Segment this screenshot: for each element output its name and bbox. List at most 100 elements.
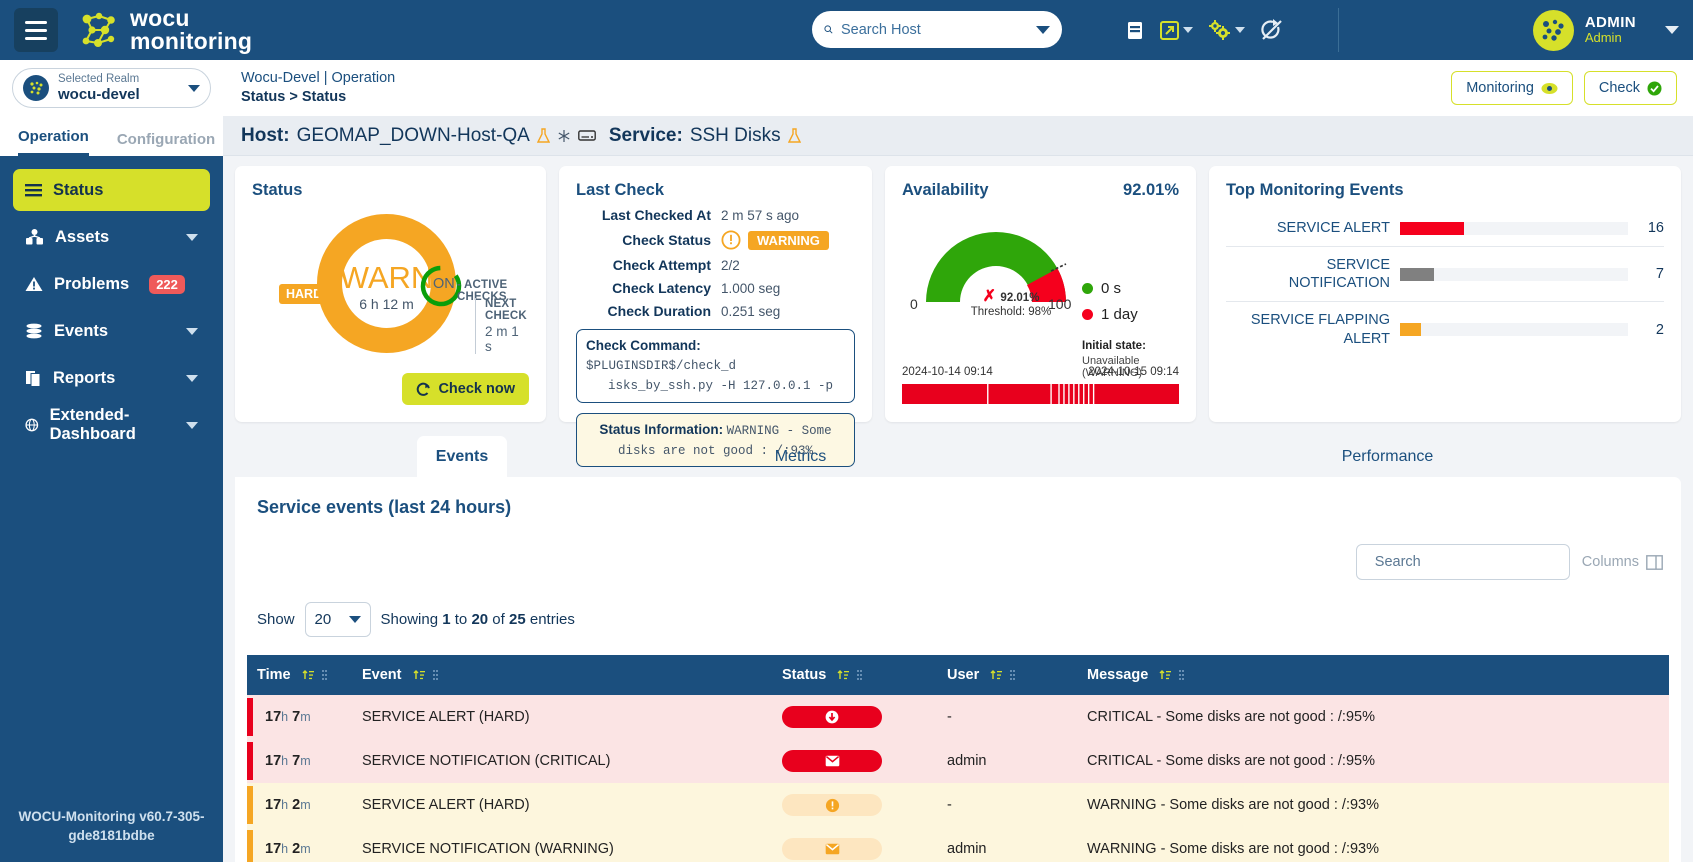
chevron-down-icon[interactable] — [186, 421, 198, 429]
sidebar-item-assets[interactable]: Assets — [13, 216, 210, 258]
table-row[interactable]: 17h 7m SERVICE NOTIFICATION (CRITICAL) a… — [247, 739, 1669, 783]
list-icon — [25, 183, 42, 196]
last-check-card: Last Check Last Checked At 2 m 57 s ago … — [559, 166, 872, 468]
chevron-down-icon[interactable] — [188, 84, 200, 92]
realm-selector[interactable]: Selected Realm wocu-devel — [12, 68, 211, 108]
sort-controls[interactable] — [413, 669, 439, 681]
sort-icon[interactable] — [837, 669, 850, 681]
chevron-down-icon[interactable] — [186, 374, 198, 382]
cell-event: SERVICE ALERT (HARD) — [352, 695, 772, 739]
chevron-down-icon[interactable] — [348, 616, 361, 623]
table-search-box[interactable] — [1355, 544, 1570, 580]
drag-handle-icon[interactable] — [432, 669, 439, 681]
column-header-message[interactable]: Message — [1077, 655, 1669, 695]
columns-button[interactable]: Columns — [1582, 554, 1663, 570]
app-logo[interactable]: wocu monitoring — [80, 6, 252, 54]
eye-icon — [1541, 82, 1558, 94]
cell-time: 17h 7m — [247, 739, 352, 783]
chevron-down-icon[interactable] — [186, 327, 198, 335]
top-bar: wocu monitoring Search Host ADMIN Admin — [0, 0, 1693, 60]
cell-event: SERVICE ALERT (HARD) — [352, 783, 772, 827]
down-arrow-icon — [825, 710, 839, 724]
search-input[interactable] — [841, 21, 1028, 38]
chevron-down-icon[interactable] — [1665, 26, 1679, 34]
monitoring-button[interactable]: Monitoring — [1451, 71, 1573, 105]
page-size-select[interactable]: 20 — [304, 602, 371, 637]
sort-controls[interactable] — [302, 669, 328, 681]
legend-item: 0 s — [1082, 280, 1138, 297]
row-key: Check Latency — [612, 280, 711, 296]
check-now-button[interactable]: Check now — [402, 373, 529, 405]
drag-handle-icon[interactable] — [321, 669, 328, 681]
cell-time: 17h 7m — [247, 695, 352, 739]
events-panel: Service events (last 24 hours) Columns — [235, 477, 1681, 862]
table-row[interactable]: 17h 7m SERVICE ALERT (HARD) - CRITICAL -… — [247, 695, 1669, 739]
showing-entries: Showing 1 to 20 of 25 entries — [381, 611, 575, 628]
sidebar-item-reports[interactable]: Reports — [13, 357, 210, 399]
check-command-line-2: isks_by_ssh.py -H 127.0.0.1 -p — [608, 379, 834, 393]
row-key: Check Status — [622, 232, 711, 248]
tab-performance[interactable]: Performance — [1094, 436, 1681, 477]
check-command-box: Check Command: $PLUGINSDIR$/check_d isks… — [576, 329, 855, 403]
chevron-down-icon[interactable] — [1235, 27, 1245, 33]
page-body: Selected Realm wocu-devel Operation Conf… — [0, 60, 1693, 862]
sort-controls[interactable] — [837, 669, 863, 681]
sort-icon[interactable] — [302, 669, 315, 681]
column-header-event[interactable]: Event — [352, 655, 772, 695]
legend-label: 0 s — [1101, 280, 1122, 297]
cell-user: - — [937, 695, 1077, 739]
host-search-box[interactable] — [812, 11, 1062, 48]
sidebar-item-status[interactable]: Status — [13, 169, 210, 211]
envelope-icon — [825, 843, 839, 855]
column-header-user[interactable]: User — [937, 655, 1077, 695]
burger-line — [25, 20, 47, 24]
sort-controls[interactable] — [1159, 669, 1185, 681]
table-row[interactable]: 17h 2m SERVICE NOTIFICATION (WARNING) ad… — [247, 827, 1669, 862]
check-status-pill: WARNING — [748, 230, 829, 250]
table-search-input[interactable] — [1374, 554, 1562, 570]
tab-operation[interactable]: Operation — [18, 128, 89, 156]
chevron-down-icon[interactable] — [1036, 25, 1050, 34]
autorefresh-off-button[interactable] — [1259, 18, 1285, 42]
time-minutes-unit: m — [300, 798, 311, 812]
tab-events[interactable]: Events — [417, 436, 507, 477]
next-check-block: NEXT CHECK 2 m 1 s — [475, 298, 529, 354]
column-header-status[interactable]: Status — [772, 655, 937, 695]
chevron-down-icon[interactable] — [186, 233, 198, 241]
top-events-title: Top Monitoring Events — [1226, 181, 1404, 199]
drag-handle-icon[interactable] — [1178, 669, 1185, 681]
check-button[interactable]: Check — [1583, 71, 1677, 105]
hamburger-menu-button[interactable] — [14, 8, 58, 52]
tab-metrics[interactable]: Metrics — [507, 436, 1094, 477]
external-link-button[interactable] — [1159, 20, 1193, 41]
breadcrumb: Wocu-Devel | Operation Status > Status — [241, 69, 395, 107]
sidebar-item-problems[interactable]: Problems 222 — [13, 263, 210, 305]
settings-button[interactable] — [1207, 19, 1245, 41]
tab-configuration[interactable]: Configuration — [117, 131, 215, 156]
pagination-controls: Show 20 Showing 1 to 20 of 25 entries — [247, 602, 1669, 637]
cell-time: 17h 2m — [247, 827, 352, 862]
gauge-value-label: 92.01% — [1000, 292, 1040, 304]
chevron-down-icon[interactable] — [1183, 27, 1193, 33]
drag-handle-icon[interactable] — [856, 669, 863, 681]
sort-controls[interactable] — [990, 669, 1016, 681]
table-row[interactable]: 17h 2m SERVICE ALERT (HARD) - WARNING - … — [247, 783, 1669, 827]
database-icon — [26, 323, 42, 339]
status-badge — [782, 706, 882, 728]
search-icon — [824, 25, 833, 34]
column-header-time[interactable]: Time — [247, 655, 352, 695]
sort-icon[interactable] — [413, 669, 426, 681]
gears-icon — [1209, 20, 1230, 40]
sort-icon[interactable] — [1159, 669, 1172, 681]
showing-prefix: Showing — [380, 611, 443, 628]
sidebar-item-events[interactable]: Events — [13, 310, 210, 352]
user-menu[interactable]: ADMIN Admin — [1532, 0, 1679, 60]
sidebar: Selected Realm wocu-devel Operation Conf… — [0, 60, 223, 862]
cell-event: SERVICE NOTIFICATION (CRITICAL) — [352, 739, 772, 783]
sidebar-item-extended-dashboard[interactable]: Extended-Dashboard — [13, 404, 210, 446]
sort-icon[interactable] — [990, 669, 1003, 681]
availability-legend: 0 s 1 day — [1082, 280, 1138, 332]
top-event-label: SERVICE ALERT — [1276, 220, 1390, 236]
drag-handle-icon[interactable] — [1009, 669, 1016, 681]
book-icon-button[interactable] — [1125, 20, 1145, 41]
